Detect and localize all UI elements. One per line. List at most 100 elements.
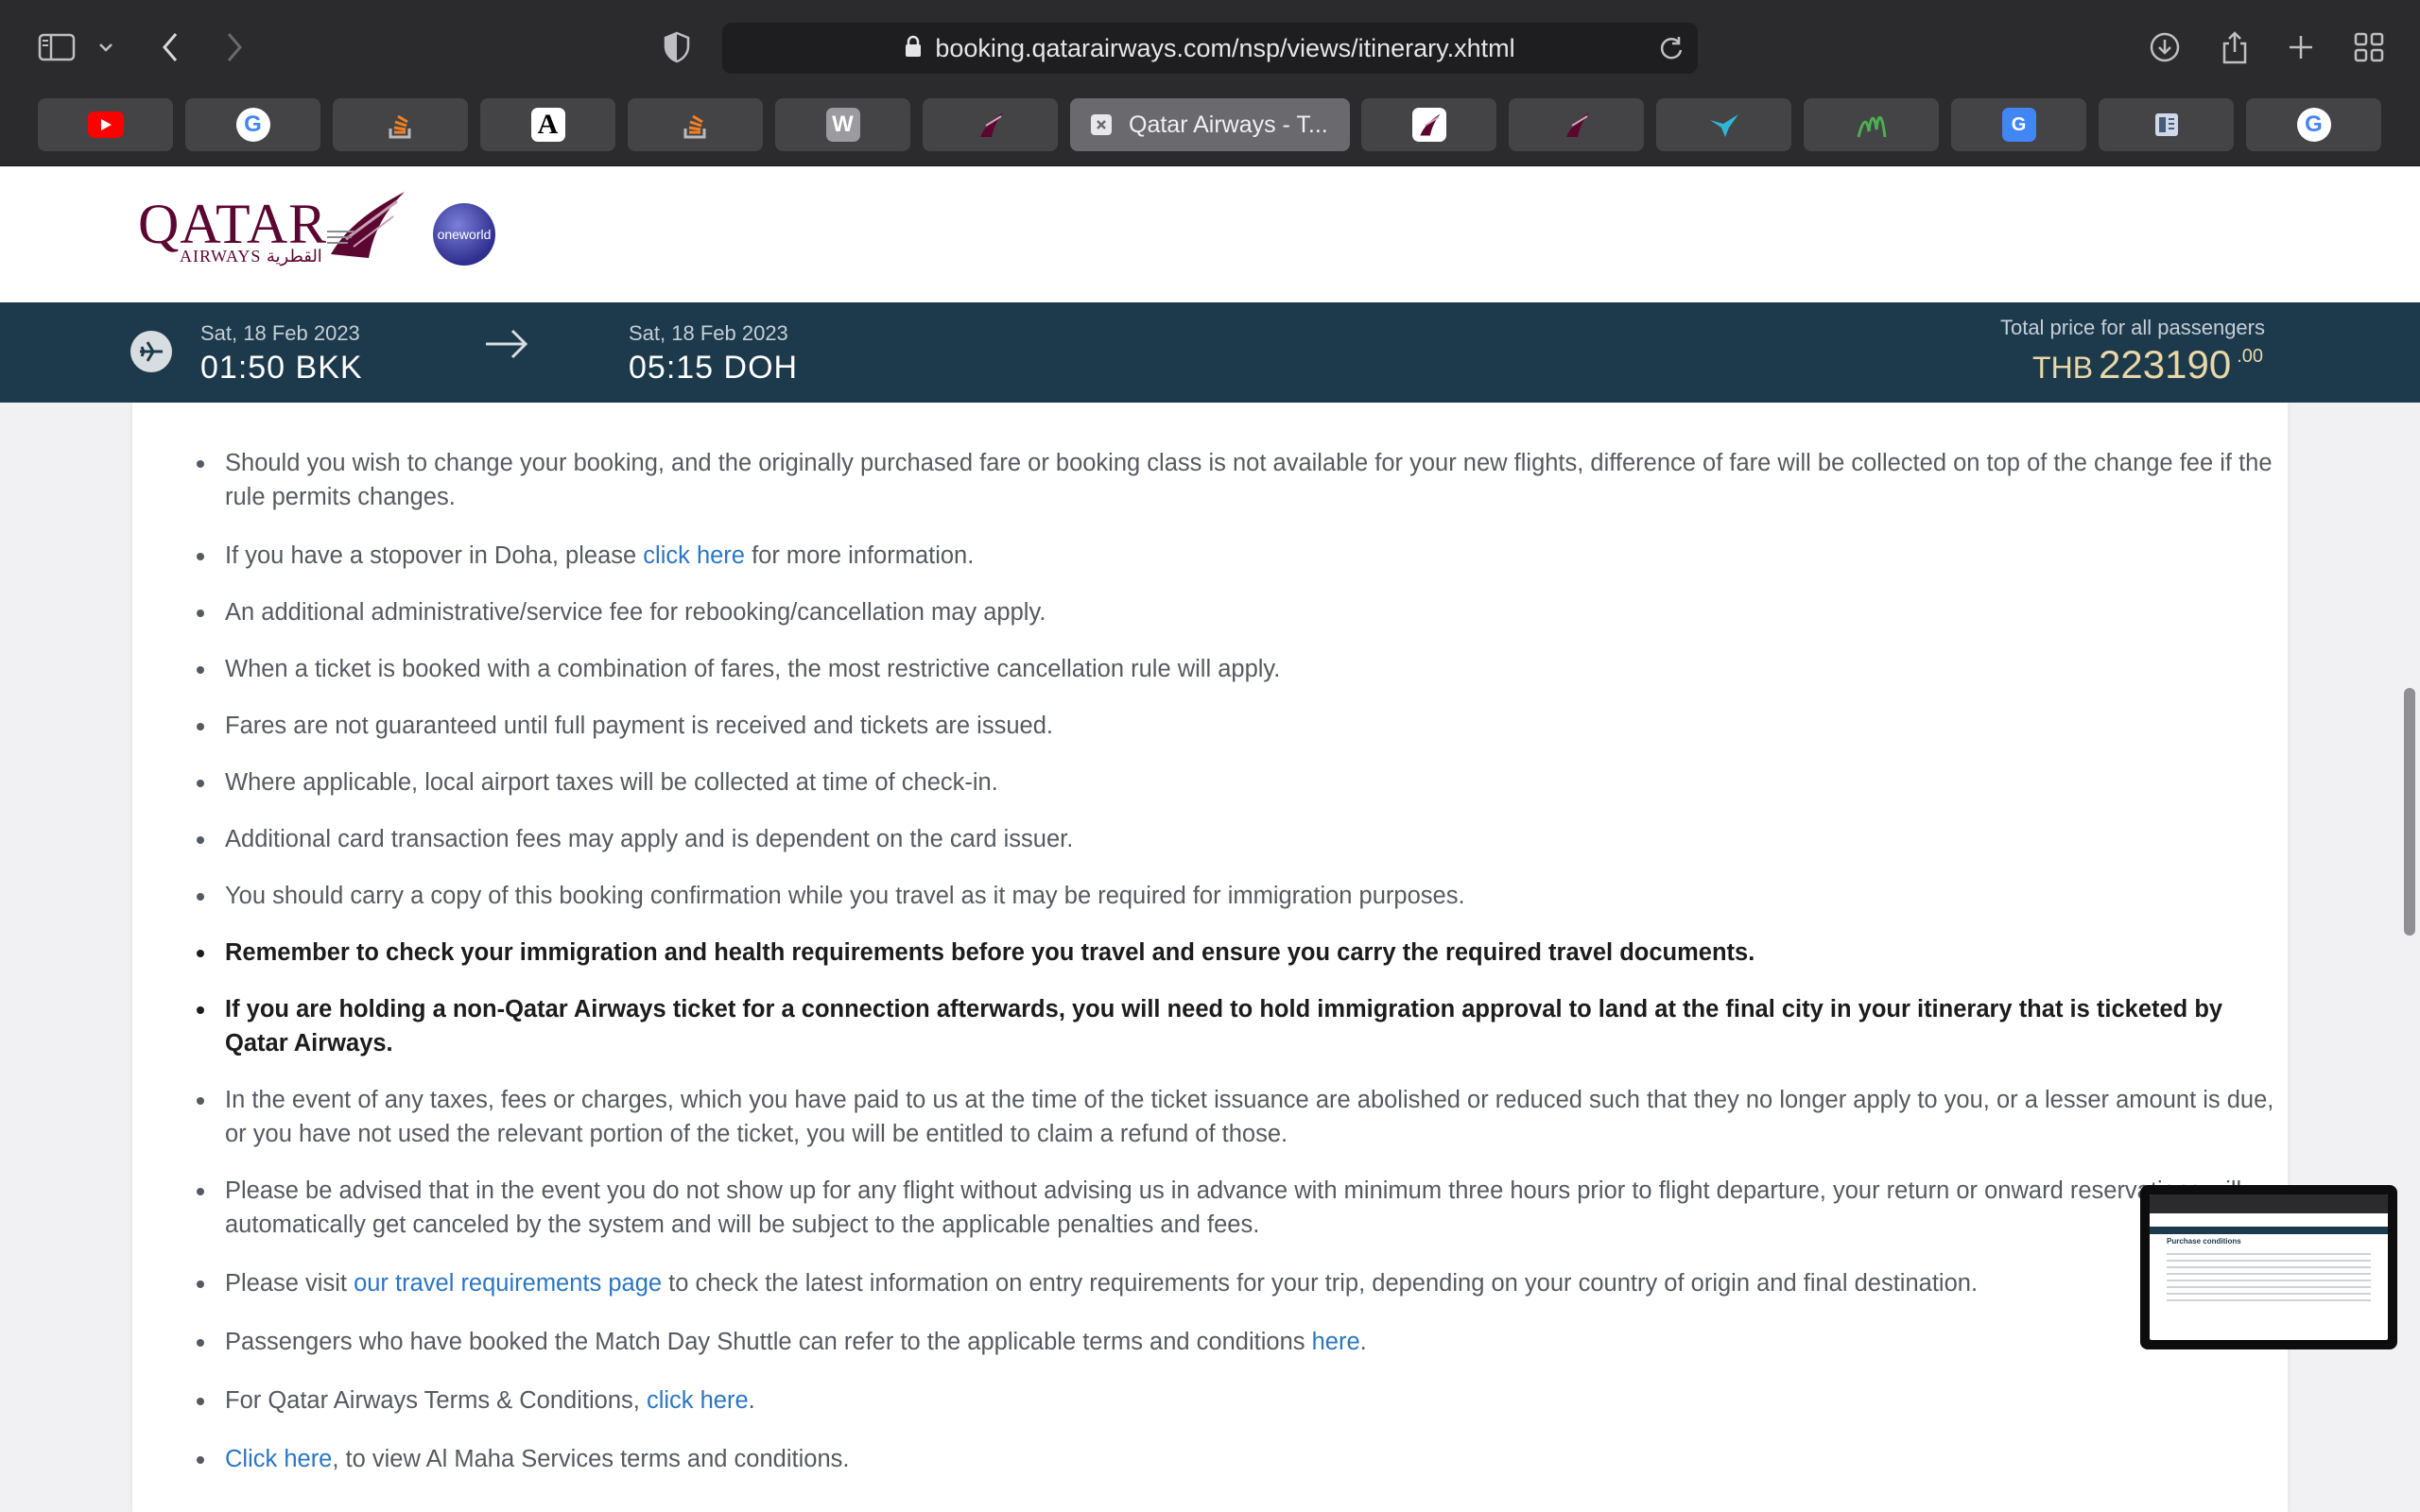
departure-date: Sat, 18 Feb 2023: [200, 321, 360, 345]
qatar-oryx-icon: [974, 108, 1008, 142]
thumbnail-title: Purchase conditions: [2167, 1237, 2241, 1246]
match-day-shuttle-link[interactable]: here: [1312, 1329, 1360, 1355]
screenshot-preview-thumbnail[interactable]: Purchase conditions: [2140, 1185, 2397, 1349]
condition-text: , to view Al Maha Services terms and con…: [332, 1446, 850, 1472]
list-item: Should you wish to change your booking, …: [197, 446, 2286, 514]
chevron-down-icon[interactable]: [93, 26, 119, 68]
tab-overview-icon[interactable]: [2350, 26, 2388, 68]
tab-font[interactable]: A: [480, 98, 615, 151]
browser-toolbar: booking.qatarairways.com/nsp/views/itine…: [0, 0, 2420, 94]
list-item: Click here, to view Al Maha Services ter…: [197, 1442, 2286, 1476]
condition-text: .: [1359, 1329, 1367, 1355]
privacy-shield-icon[interactable]: [658, 26, 696, 68]
new-tab-icon[interactable]: [2282, 26, 2320, 68]
thumbnail-line: [2167, 1260, 2371, 1262]
thumbnail-line: [2167, 1253, 2371, 1255]
w-icon: W: [825, 108, 860, 142]
font-a-icon: A: [530, 108, 565, 142]
stackoverflow-icon: [679, 108, 713, 142]
oneworld-logo: oneworld: [433, 203, 495, 266]
url-text: booking.qatarairways.com/nsp/views/itine…: [935, 33, 1515, 62]
thumbnail-flight-bar: [2150, 1227, 2388, 1234]
forward-icon[interactable]: [216, 26, 253, 68]
lock-icon: [905, 35, 922, 62]
departure-time: 01:50 BKK: [200, 350, 363, 386]
condition-text: For Qatar Airways Terms & Conditions,: [225, 1387, 647, 1414]
plane-icon: [130, 331, 172, 372]
stopover-link[interactable]: click here: [643, 542, 745, 569]
qatar-oryx-icon: [1560, 108, 1594, 142]
reader-icon: [2150, 108, 2184, 142]
tab-youtube[interactable]: [38, 98, 173, 151]
tab-google-translate[interactable]: G: [1951, 98, 2086, 151]
tab-google[interactable]: G: [185, 98, 320, 151]
purchase-conditions-panel: Should you wish to change your booking, …: [132, 403, 2288, 1512]
qatar-oryx-icon: [327, 188, 408, 268]
arrow-right-icon: [484, 325, 529, 368]
logo-subtitle: AIRWAYS القطرية: [180, 247, 322, 266]
list-item: Please be advised that in the event you …: [197, 1174, 2286, 1242]
condition-text: for more information.: [744, 542, 975, 569]
sidebar-toggle-icon[interactable]: [34, 26, 79, 68]
price-currency: THB: [2032, 351, 2094, 385]
close-tab-icon[interactable]: [1091, 114, 1112, 135]
qatar-oryx-icon: [1411, 108, 1446, 142]
condition-text: Passengers who have booked the Match Day…: [225, 1329, 1312, 1355]
al-maha-link[interactable]: Click here: [225, 1446, 332, 1472]
share-icon[interactable]: [2216, 26, 2254, 68]
list-item: If you are holding a non-Qatar Airways t…: [197, 992, 2286, 1060]
list-item: An additional administrative/service fee…: [197, 595, 2286, 629]
downloads-icon[interactable]: [2146, 26, 2184, 68]
list-item: Please visit our travel requirements pag…: [197, 1266, 2286, 1300]
list-item: Additional card transaction fees may app…: [197, 822, 2286, 856]
list-item: Remember to check your immigration and h…: [197, 936, 2286, 970]
thumbnail-line: [2167, 1299, 2371, 1301]
site-header: QATAR AIRWAYS القطرية oneworld: [0, 167, 2420, 302]
condition-text: If you have a stopover in Doha, please: [225, 542, 644, 569]
arrival-time: 05:15 DOH: [629, 350, 799, 386]
tab-qatar-3[interactable]: [1509, 98, 1644, 151]
tab-chart[interactable]: [1804, 98, 1939, 151]
arrival-date: Sat, 18 Feb 2023: [629, 321, 788, 345]
condition-text: to check the latest information on entry…: [662, 1270, 1979, 1297]
list-item: Fares are not guaranteed until full paym…: [197, 709, 2286, 743]
reload-icon[interactable]: [1658, 35, 1685, 66]
youtube-icon: [87, 112, 124, 138]
tab-google-2[interactable]: G: [2246, 98, 2381, 151]
tab-bird[interactable]: [1656, 98, 1791, 151]
address-bar[interactable]: booking.qatarairways.com/nsp/views/itine…: [722, 23, 1698, 74]
list-item: Passengers who have booked the Match Day…: [197, 1325, 2286, 1359]
flight-summary-bar: Sat, 18 Feb 2023 01:50 BKK Sat, 18 Feb 2…: [0, 302, 2420, 403]
thumbnail-line: [2167, 1293, 2371, 1295]
price-decimals: .00: [2237, 346, 2263, 367]
list-item: If you have a stopover in Doha, please c…: [197, 539, 2286, 573]
tab-stackoverflow[interactable]: [333, 98, 468, 151]
tab-qatar-active[interactable]: Qatar Airways - T...: [1070, 98, 1350, 151]
total-price: THB 223190.00: [2032, 342, 2263, 387]
stackoverflow-icon: [384, 108, 418, 142]
condition-text: Please visit: [225, 1270, 354, 1297]
thumbnail-line: [2167, 1273, 2371, 1275]
page-scrollbar[interactable]: [2404, 688, 2415, 936]
list-item: For Qatar Airways Terms & Conditions, cl…: [197, 1383, 2286, 1418]
back-icon[interactable]: [151, 26, 189, 68]
thumbnail-line: [2167, 1280, 2371, 1281]
tab-stackoverflow-2[interactable]: [628, 98, 763, 151]
tab-reader[interactable]: [2099, 98, 2234, 151]
price-amount: 223190: [2099, 342, 2232, 387]
chart-icon: [1855, 108, 1889, 142]
travel-requirements-link[interactable]: our travel requirements page: [354, 1270, 662, 1297]
conditions-list: Should you wish to change your booking, …: [197, 425, 2286, 1476]
condition-text: .: [748, 1387, 755, 1414]
list-item: You should carry a copy of this booking …: [197, 879, 2286, 913]
tab-w[interactable]: W: [775, 98, 910, 151]
list-item: When a ticket is booked with a combinati…: [197, 652, 2286, 686]
tab-qatar-2[interactable]: [1361, 98, 1496, 151]
list-item: In the event of any taxes, fees or charg…: [197, 1083, 2286, 1151]
google-icon: G: [235, 108, 270, 142]
thumbnail-line: [2167, 1266, 2371, 1268]
active-tab-title: Qatar Airways - T...: [1129, 111, 1328, 138]
terms-conditions-link[interactable]: click here: [647, 1387, 749, 1414]
bird-icon: [1707, 108, 1741, 142]
tab-qatar-1[interactable]: [923, 98, 1058, 151]
